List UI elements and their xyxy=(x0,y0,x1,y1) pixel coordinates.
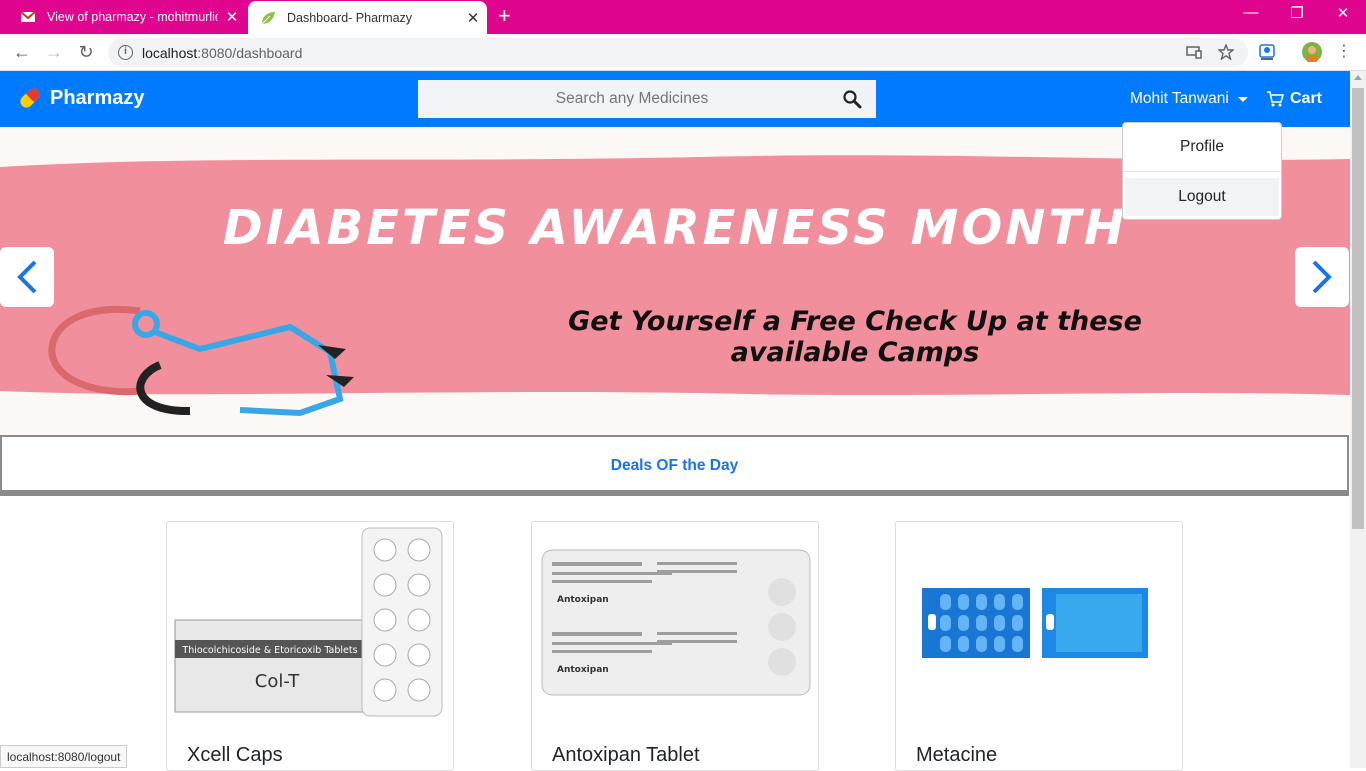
svg-text:Col-T: Col-T xyxy=(255,671,300,692)
menu-item-profile[interactable]: Profile xyxy=(1123,128,1281,166)
brand-link[interactable]: Pharmazy xyxy=(18,86,145,110)
search-icon[interactable] xyxy=(842,89,862,109)
carousel-prev-button[interactable] xyxy=(0,247,54,307)
svg-text:Thiocolchicoside & Etoricoxib: Thiocolchicoside & Etoricoxib Tablets xyxy=(181,645,357,656)
deals-heading-box: Deals OF the Day xyxy=(0,435,1349,496)
window-close-button[interactable]: ✕ xyxy=(1320,4,1366,22)
browser-menu-icon[interactable]: ⋮ xyxy=(1333,41,1355,63)
user-menu-toggle[interactable]: Mohit Tanwani xyxy=(1130,90,1248,108)
minimize-button[interactable]: — xyxy=(1228,4,1274,21)
product-card[interactable]: Thiocolchicoside & Etoricoxib Tablets Co… xyxy=(166,521,454,771)
carousel-next-button[interactable] xyxy=(1295,247,1349,307)
menu-item-logout[interactable]: Logout xyxy=(1125,178,1279,216)
gmail-icon xyxy=(20,9,36,25)
address-bar[interactable]: i localhost:8080/dashboard xyxy=(108,38,1248,67)
product-title[interactable]: Antoxipan Tablet xyxy=(552,744,700,767)
browser-tab-gmail[interactable]: View of pharmazy - mohitmurlidh ✕ xyxy=(8,0,246,34)
product-title[interactable]: Xcell Caps xyxy=(187,744,283,767)
forward-button[interactable]: → xyxy=(43,41,65,63)
tab-title: View of pharmazy - mohitmurlidh xyxy=(47,10,218,24)
svg-text:Antoxipan: Antoxipan xyxy=(557,665,609,675)
user-dropdown-menu: Profile Logout xyxy=(1122,122,1282,220)
deals-heading: Deals OF the Day xyxy=(610,457,739,474)
menu-divider xyxy=(1123,171,1281,172)
profile-avatar-icon[interactable] xyxy=(1302,42,1322,62)
extension-icon[interactable] xyxy=(1257,42,1277,62)
page-scrollbar[interactable] xyxy=(1350,71,1366,768)
product-image: Antoxipan Antoxipan xyxy=(541,549,811,696)
back-button[interactable]: ← xyxy=(11,41,33,63)
url-text[interactable]: localhost:8080/dashboard xyxy=(142,45,302,61)
bookmark-star-icon[interactable] xyxy=(1217,43,1235,64)
browser-tab-strip: View of pharmazy - mohitmurlidh ✕ Dashbo… xyxy=(0,0,1366,34)
pill-icon xyxy=(20,88,40,108)
scrollbar-thumb[interactable] xyxy=(1352,88,1364,529)
product-card[interactable]: Antoxipan Antoxipan Antoxipan Tablet xyxy=(531,521,819,771)
medicine-search[interactable] xyxy=(418,80,876,118)
chevron-right-icon xyxy=(1312,260,1332,294)
tab-close-icon[interactable]: ✕ xyxy=(218,8,246,26)
new-tab-button[interactable]: + xyxy=(498,5,511,27)
cast-icon[interactable] xyxy=(1186,44,1202,64)
leaf-icon xyxy=(260,10,276,26)
banner-subline-2: available Camps xyxy=(731,337,980,368)
banner-headline: DIABETES AWARENESS MONTH xyxy=(223,200,1127,256)
cart-link[interactable]: Cart xyxy=(1266,90,1322,108)
tab-close-icon[interactable]: ✕ xyxy=(459,9,487,27)
scroll-up-arrow-icon[interactable] xyxy=(1354,75,1362,80)
banner-subline-1: Get Yourself a Free Check Up at these xyxy=(568,306,1142,337)
browser-tab-dashboard[interactable]: Dashboard- Pharmazy ✕ xyxy=(248,1,487,34)
svg-text:Antoxipan: Antoxipan xyxy=(557,595,609,605)
reload-button[interactable]: ↻ xyxy=(75,41,97,63)
browser-toolbar: ← → ↻ i localhost:8080/dashboard ⋮ xyxy=(0,34,1366,71)
app-navbar: Pharmazy Mohit Tanwani Cart xyxy=(0,71,1350,127)
search-input[interactable] xyxy=(418,80,876,118)
site-info-icon[interactable]: i xyxy=(118,45,133,60)
chevron-left-icon xyxy=(17,260,37,294)
restore-button[interactable]: ❐ xyxy=(1274,4,1320,22)
link-status-bar: localhost:8080/logout xyxy=(0,745,128,768)
caret-down-icon xyxy=(1237,96,1248,102)
tab-title: Dashboard- Pharmazy xyxy=(287,10,413,25)
product-title[interactable]: Metacine xyxy=(916,744,997,767)
product-card[interactable]: Metacine xyxy=(895,521,1183,771)
product-image: Thiocolchicoside & Etoricoxib Tablets Co… xyxy=(174,527,443,717)
cart-icon xyxy=(1267,91,1284,107)
brand-name: Pharmazy xyxy=(50,86,145,109)
product-image xyxy=(922,588,1148,658)
user-name: Mohit Tanwani xyxy=(1130,90,1229,107)
cart-label: Cart xyxy=(1290,90,1323,107)
